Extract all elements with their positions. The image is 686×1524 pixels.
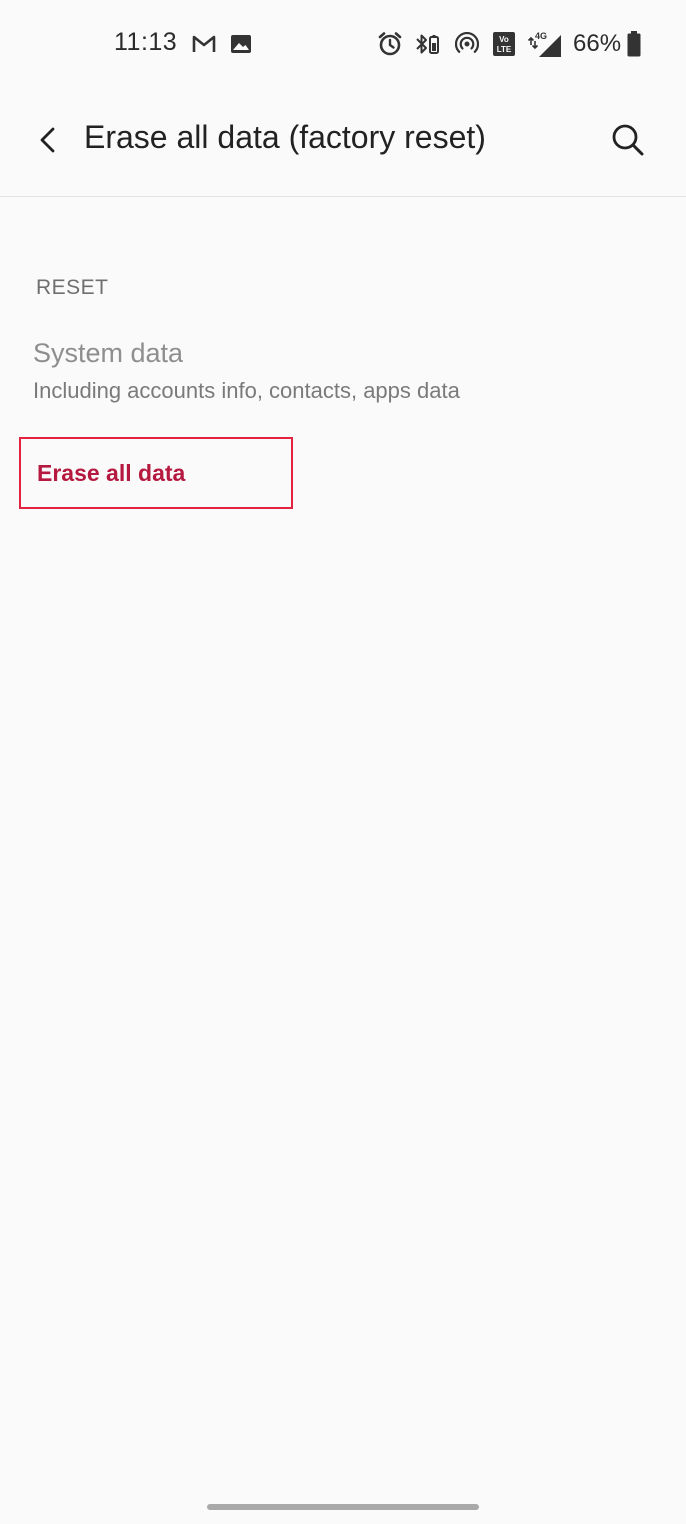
svg-text:Vo: Vo bbox=[499, 35, 509, 44]
system-data-item: System data Including accounts info, con… bbox=[0, 326, 686, 426]
system-data-title: System data bbox=[33, 338, 184, 368]
erase-all-data-label: Erase all data bbox=[37, 460, 186, 486]
svg-text:LTE: LTE bbox=[497, 45, 512, 54]
gmail-icon bbox=[190, 30, 218, 58]
svg-text:4G: 4G bbox=[535, 31, 547, 41]
section-header-reset: RESET bbox=[36, 276, 109, 299]
back-arrow-icon bbox=[40, 127, 55, 153]
status-time: 11:13 bbox=[114, 28, 178, 56]
search-icon bbox=[612, 124, 644, 156]
gesture-navigation-bar[interactable] bbox=[207, 1504, 479, 1510]
page-title: Erase all data (factory reset) bbox=[84, 119, 486, 155]
back-button[interactable] bbox=[22, 114, 74, 166]
search-button[interactable] bbox=[600, 112, 656, 168]
signal-icon: 4G bbox=[526, 30, 564, 58]
system-data-summary: Including accounts info, contacts, apps … bbox=[33, 378, 460, 403]
image-icon bbox=[228, 30, 254, 58]
hotspot-icon bbox=[454, 30, 480, 58]
battery-percent: 66% bbox=[573, 30, 622, 57]
status-bar: 11:13 Vo LTE 4G 66% bbox=[0, 0, 686, 88]
erase-all-data-button[interactable]: Erase all data bbox=[19, 437, 293, 509]
alarm-icon bbox=[376, 30, 404, 58]
volte-icon: Vo LTE bbox=[490, 30, 518, 58]
app-bar: Erase all data (factory reset) bbox=[0, 88, 686, 197]
bluetooth-icon bbox=[414, 30, 442, 58]
battery-icon bbox=[626, 30, 642, 58]
